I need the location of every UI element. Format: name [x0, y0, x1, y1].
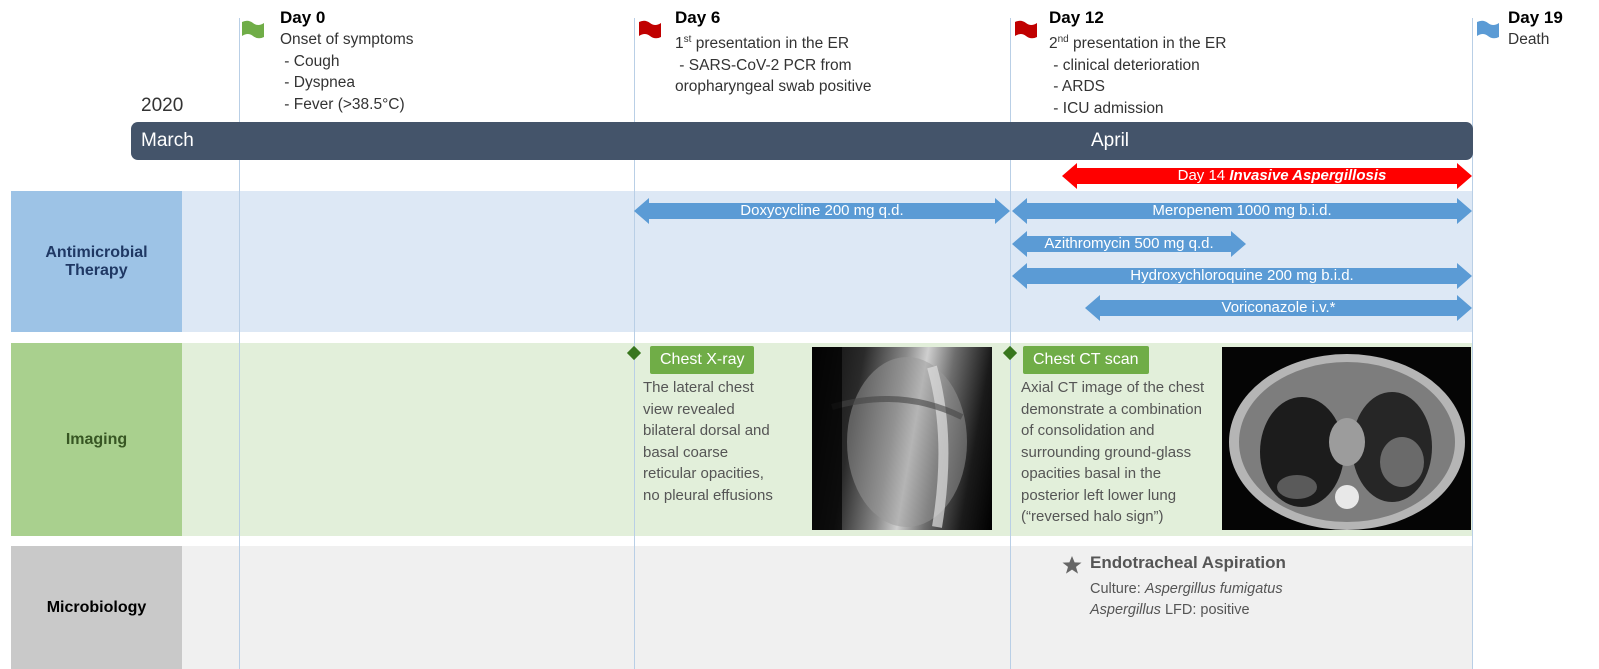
microbiology-row-label: Microbiology	[11, 546, 182, 669]
day19-title: Day 19	[1508, 8, 1563, 27]
day6-line	[634, 18, 635, 669]
day12-title: Day 12	[1049, 8, 1104, 27]
xray-desc-line: The lateral chest	[643, 379, 754, 396]
chest-xray-image	[812, 347, 992, 530]
antimicrobial-label-line2: Therapy	[65, 261, 128, 279]
imaging-row-label: Imaging	[11, 343, 182, 536]
xray-desc-line: no pleural effusions	[643, 486, 773, 504]
day12-line	[1010, 18, 1011, 669]
antimicrobial-row-label: Antimicrobial Therapy	[11, 191, 182, 332]
day0-line-2: - Dyspnea	[280, 74, 355, 91]
blue-flag-icon	[1477, 20, 1499, 39]
ct-description: Axial CT image of the chest demonstrate …	[1021, 377, 1204, 528]
day12-line-2: - ARDS	[1049, 78, 1105, 96]
microbiology-label: Microbiology	[46, 598, 147, 616]
day0-details: Onset of symptoms - Cough - Dyspnea - Fe…	[280, 29, 414, 115]
ct-label: Chest CT scan	[1023, 346, 1149, 374]
xray-desc-line: basal coarse	[643, 443, 729, 461]
month-april: April	[1091, 130, 1130, 151]
therapy-label-azithromycin: Azithromycin 500 mg q.d.	[1044, 235, 1214, 252]
day6-details: 1st presentation in the ER - SARS-CoV-2 …	[675, 29, 871, 98]
ct-desc-line: Axial CT image of the chest	[1021, 379, 1205, 396]
red-flag-icon	[1015, 20, 1037, 39]
ct-desc-line: surrounding ground-glass	[1021, 443, 1192, 461]
aspergillosis-label: Day 14 Invasive Aspergillosis	[1177, 167, 1387, 184]
xray-description: The lateral chest view revealed bilatera…	[643, 377, 773, 506]
day6-title: Day 6	[675, 8, 721, 27]
day0-line-3: - Fever (>38.5°C)	[280, 95, 405, 113]
day19-line-0: Death	[1508, 31, 1550, 48]
xray-desc-line: view revealed	[643, 400, 735, 418]
green-flag-icon	[242, 20, 264, 39]
red-flag-icon	[639, 20, 661, 39]
microbiology-title: Endotracheal Aspiration	[1090, 553, 1286, 572]
day6-line-2: oropharyngeal swab positive	[675, 78, 872, 96]
star-icon	[1062, 556, 1082, 574]
ct-desc-line: of consolidation and	[1021, 422, 1155, 439]
imaging-label: Imaging	[65, 430, 128, 448]
therapy-arrow-hydroxychloroquine: Hydroxychloroquine 200 mg b.i.d.	[1012, 261, 1472, 291]
day0-line-0: Onset of symptoms	[280, 31, 414, 48]
ct-desc-line: posterior left lower lung	[1021, 486, 1177, 504]
lfd-result: Aspergillus LFD: positive	[1090, 602, 1250, 618]
day6-line-1: - SARS-CoV-2 PCR from	[675, 56, 852, 74]
month-timeline: March April	[131, 122, 1473, 160]
xray-label: Chest X-ray	[650, 346, 755, 374]
therapy-label-meropenem: Meropenem 1000 mg b.i.d.	[1152, 202, 1332, 219]
month-march: March	[141, 130, 194, 151]
therapy-label-doxycycline: Doxycycline 200 mg q.d.	[740, 202, 904, 219]
year-label: 2020	[141, 95, 184, 116]
therapy-label-hydroxychloroquine: Hydroxychloroquine 200 mg b.i.d.	[1130, 267, 1354, 284]
ct-desc-line: opacities basal in the	[1021, 465, 1162, 482]
day6-line-0: 1st presentation in the ER	[675, 34, 850, 53]
therapy-label-voriconazole: Voriconazole i.v.*	[1221, 299, 1336, 316]
therapy-arrow-doxycycline: Doxycycline 200 mg q.d.	[634, 196, 1010, 226]
day19-line	[1472, 18, 1473, 669]
day12-line-1: - clinical deterioration	[1049, 56, 1200, 74]
day12-line-3: - ICU admission	[1049, 99, 1164, 117]
day0-title: Day 0	[280, 8, 326, 27]
xray-desc-line: bilateral dorsal and	[643, 422, 770, 439]
therapy-arrow-voriconazole: Voriconazole i.v.*	[1085, 293, 1472, 323]
day0-line-1: - Cough	[280, 52, 340, 70]
culture-result: Culture: Aspergillus fumigatus	[1090, 581, 1283, 597]
day12-line-0: 2nd presentation in the ER	[1049, 34, 1227, 53]
ct-desc-line: demonstrate a combination	[1021, 400, 1202, 418]
chest-ct-image	[1222, 347, 1471, 530]
aspergillosis-arrow: Day 14 Invasive Aspergillosis	[1062, 161, 1472, 191]
therapy-arrow-azithromycin: Azithromycin 500 mg q.d.	[1012, 229, 1246, 259]
xray-desc-line: reticular opacities,	[643, 465, 764, 482]
ct-desc-line: (“reversed halo sign”)	[1021, 508, 1164, 525]
day19-details: Death	[1508, 29, 1549, 51]
antimicrobial-label-line1: Antimicrobial	[45, 243, 148, 261]
therapy-arrow-meropenem: Meropenem 1000 mg b.i.d.	[1012, 196, 1472, 226]
day0-line	[239, 18, 240, 669]
day12-details: 2nd presentation in the ER - clinical de…	[1049, 29, 1226, 119]
